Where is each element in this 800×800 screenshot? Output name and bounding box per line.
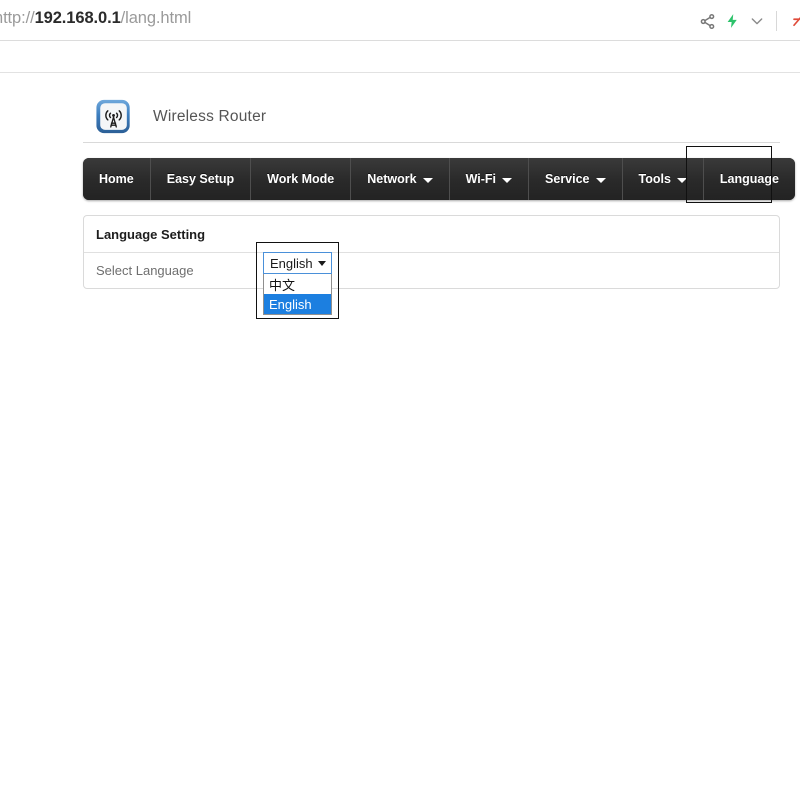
chevron-down-icon bbox=[502, 177, 513, 183]
clipped-edge-icon[interactable] bbox=[791, 11, 800, 31]
chevron-down-icon bbox=[595, 177, 606, 183]
nav-item-home[interactable]: Home bbox=[83, 158, 150, 200]
panel-title: Language Setting bbox=[96, 226, 206, 242]
language-option-english[interactable]: English bbox=[264, 294, 331, 314]
nav-label: Work Mode bbox=[267, 172, 335, 186]
language-select[interactable]: English bbox=[263, 252, 332, 274]
nav-item-tools[interactable]: Tools bbox=[621, 158, 703, 200]
language-setting-panel: Language Setting Select Language English… bbox=[83, 215, 780, 319]
nav-item-wifi[interactable]: Wi-Fi bbox=[448, 158, 529, 200]
nav-label: Service bbox=[545, 172, 590, 186]
nav-label: Network bbox=[367, 172, 417, 186]
chevron-down-icon bbox=[676, 177, 687, 183]
language-option-list[interactable]: 中文 English bbox=[263, 274, 332, 315]
chevron-down-icon[interactable] bbox=[749, 13, 765, 29]
browser-url-bar[interactable]: http://192.168.0.1/lang.html bbox=[0, 0, 800, 41]
nav-item-language[interactable]: Language bbox=[702, 158, 795, 200]
router-admin-page: Wireless Router Home Easy Setup Work Mod… bbox=[0, 73, 800, 800]
nav-item-service[interactable]: Service bbox=[528, 158, 622, 200]
option-label: English bbox=[269, 296, 312, 312]
language-select-value: English bbox=[270, 255, 313, 271]
browser-toolbar-strip bbox=[0, 41, 800, 73]
main-navigation: Home Easy Setup Work Mode Network Wi-Fi … bbox=[83, 158, 795, 200]
url-scheme: http:// bbox=[0, 9, 35, 27]
nav-label: Wi-Fi bbox=[465, 172, 497, 186]
option-label: 中文 bbox=[269, 277, 296, 293]
nav-label: Language bbox=[719, 172, 779, 186]
wireless-router-logo-icon bbox=[95, 98, 133, 136]
nav-label: Tools bbox=[638, 172, 671, 186]
chevron-down-icon bbox=[422, 177, 433, 183]
panel-header: Language Setting bbox=[84, 216, 779, 253]
select-language-label: Select Language bbox=[96, 263, 194, 278]
lightning-icon[interactable] bbox=[725, 12, 740, 30]
url-text: http://192.168.0.1/lang.html bbox=[0, 9, 191, 28]
browser-chrome: http://192.168.0.1/lang.html bbox=[0, 0, 800, 73]
nav-item-work-mode[interactable]: Work Mode bbox=[250, 158, 351, 200]
nav-item-network[interactable]: Network bbox=[350, 158, 449, 200]
table-row: Select Language English 中文 English bbox=[84, 242, 779, 319]
chevron-down-icon bbox=[318, 260, 326, 266]
url-host: 192.168.0.1 bbox=[34, 9, 121, 27]
nav-label: Home bbox=[99, 172, 134, 186]
url-path: /lang.html bbox=[120, 9, 192, 27]
nav-label: Easy Setup bbox=[166, 172, 235, 186]
page-title: Wireless Router bbox=[153, 107, 267, 125]
nav-item-easy-setup[interactable]: Easy Setup bbox=[149, 158, 251, 200]
browser-action-icons bbox=[699, 6, 800, 36]
main-navigation-wrapper: Home Easy Setup Work Mode Network Wi-Fi … bbox=[83, 146, 795, 203]
language-dropdown-focus-box: English 中文 English bbox=[256, 242, 339, 319]
share-icon[interactable] bbox=[699, 13, 716, 30]
language-option-chinese[interactable]: 中文 bbox=[264, 274, 331, 294]
toolbar-divider bbox=[776, 11, 777, 31]
brand-header: Wireless Router bbox=[83, 91, 780, 143]
